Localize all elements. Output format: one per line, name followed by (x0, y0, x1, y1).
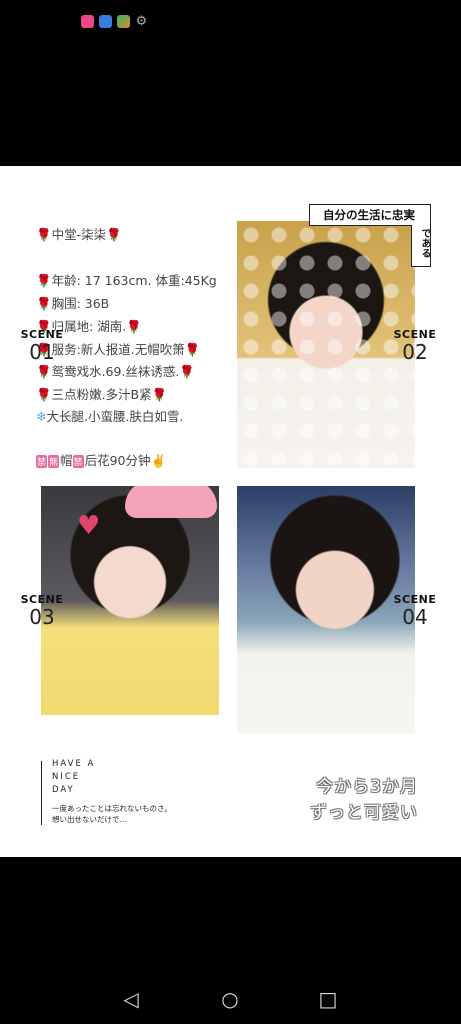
image-card[interactable]: 🌹中堂-柒柒🌹 🌹年龄: 17 163cm. 体重:45Kg 🌹胸围: 36B … (0, 166, 461, 857)
bio-line-duration: 禁無帽禁 后花90分钟✌️ (36, 453, 167, 468)
status-bar: ⚙ (0, 0, 461, 40)
stamp-vertical-text: である (419, 228, 430, 258)
scene-03: SCENE 03 (20, 593, 64, 629)
back-icon[interactable]: ◁ (119, 987, 143, 1011)
portrait-photo-2: ♥ (41, 486, 219, 715)
store-app-icon (117, 15, 130, 28)
japanese-caption: 今から3か月 ずっと可愛い (310, 777, 418, 823)
scene-04: SCENE 04 (393, 593, 437, 629)
bio-line-bust: 🌹胸围: 36B (36, 296, 110, 311)
settings-gear-icon: ⚙ (135, 14, 148, 29)
bear-sticker-icon (125, 486, 217, 518)
scene-02: SCENE 02 (393, 328, 437, 364)
bio-line-title: 🌹中堂-柒柒🌹 (36, 227, 122, 242)
system-navigation-bar: ◁ ○ □ (0, 970, 461, 1024)
browser-app-icon (99, 15, 112, 28)
japanese-stamp: 自分の生活に忠実 である (309, 204, 431, 267)
video-app-icon (81, 15, 94, 28)
home-icon[interactable]: ○ (218, 987, 242, 1011)
bio-line-age: 🌹年龄: 17 163cm. 体重:45Kg (36, 273, 217, 288)
heart-sticker-icon: ♥ (77, 511, 101, 541)
bio-line-body: ❄大长腿.小蛮腰.肤白如雪. (36, 409, 184, 424)
bio-line-features: 🌹三点粉嫩.多汁B紧🌹 (36, 387, 168, 402)
divider (41, 761, 42, 825)
stamp-horizontal-text: 自分の生活に忠実 (323, 208, 415, 222)
bio-line-service-2: 🌹鸳鸯戏水.69.丝袜诱惑.🌹 (36, 364, 195, 379)
scene-01: SCENE 01 (20, 328, 64, 364)
portrait-photo-3 (237, 486, 415, 733)
have-a-nice-day-note: HAVE A NICE DAY 一度あったことは忘れないものさ。 想い出せないだ… (41, 759, 172, 829)
recent-apps-icon[interactable]: □ (316, 987, 340, 1011)
